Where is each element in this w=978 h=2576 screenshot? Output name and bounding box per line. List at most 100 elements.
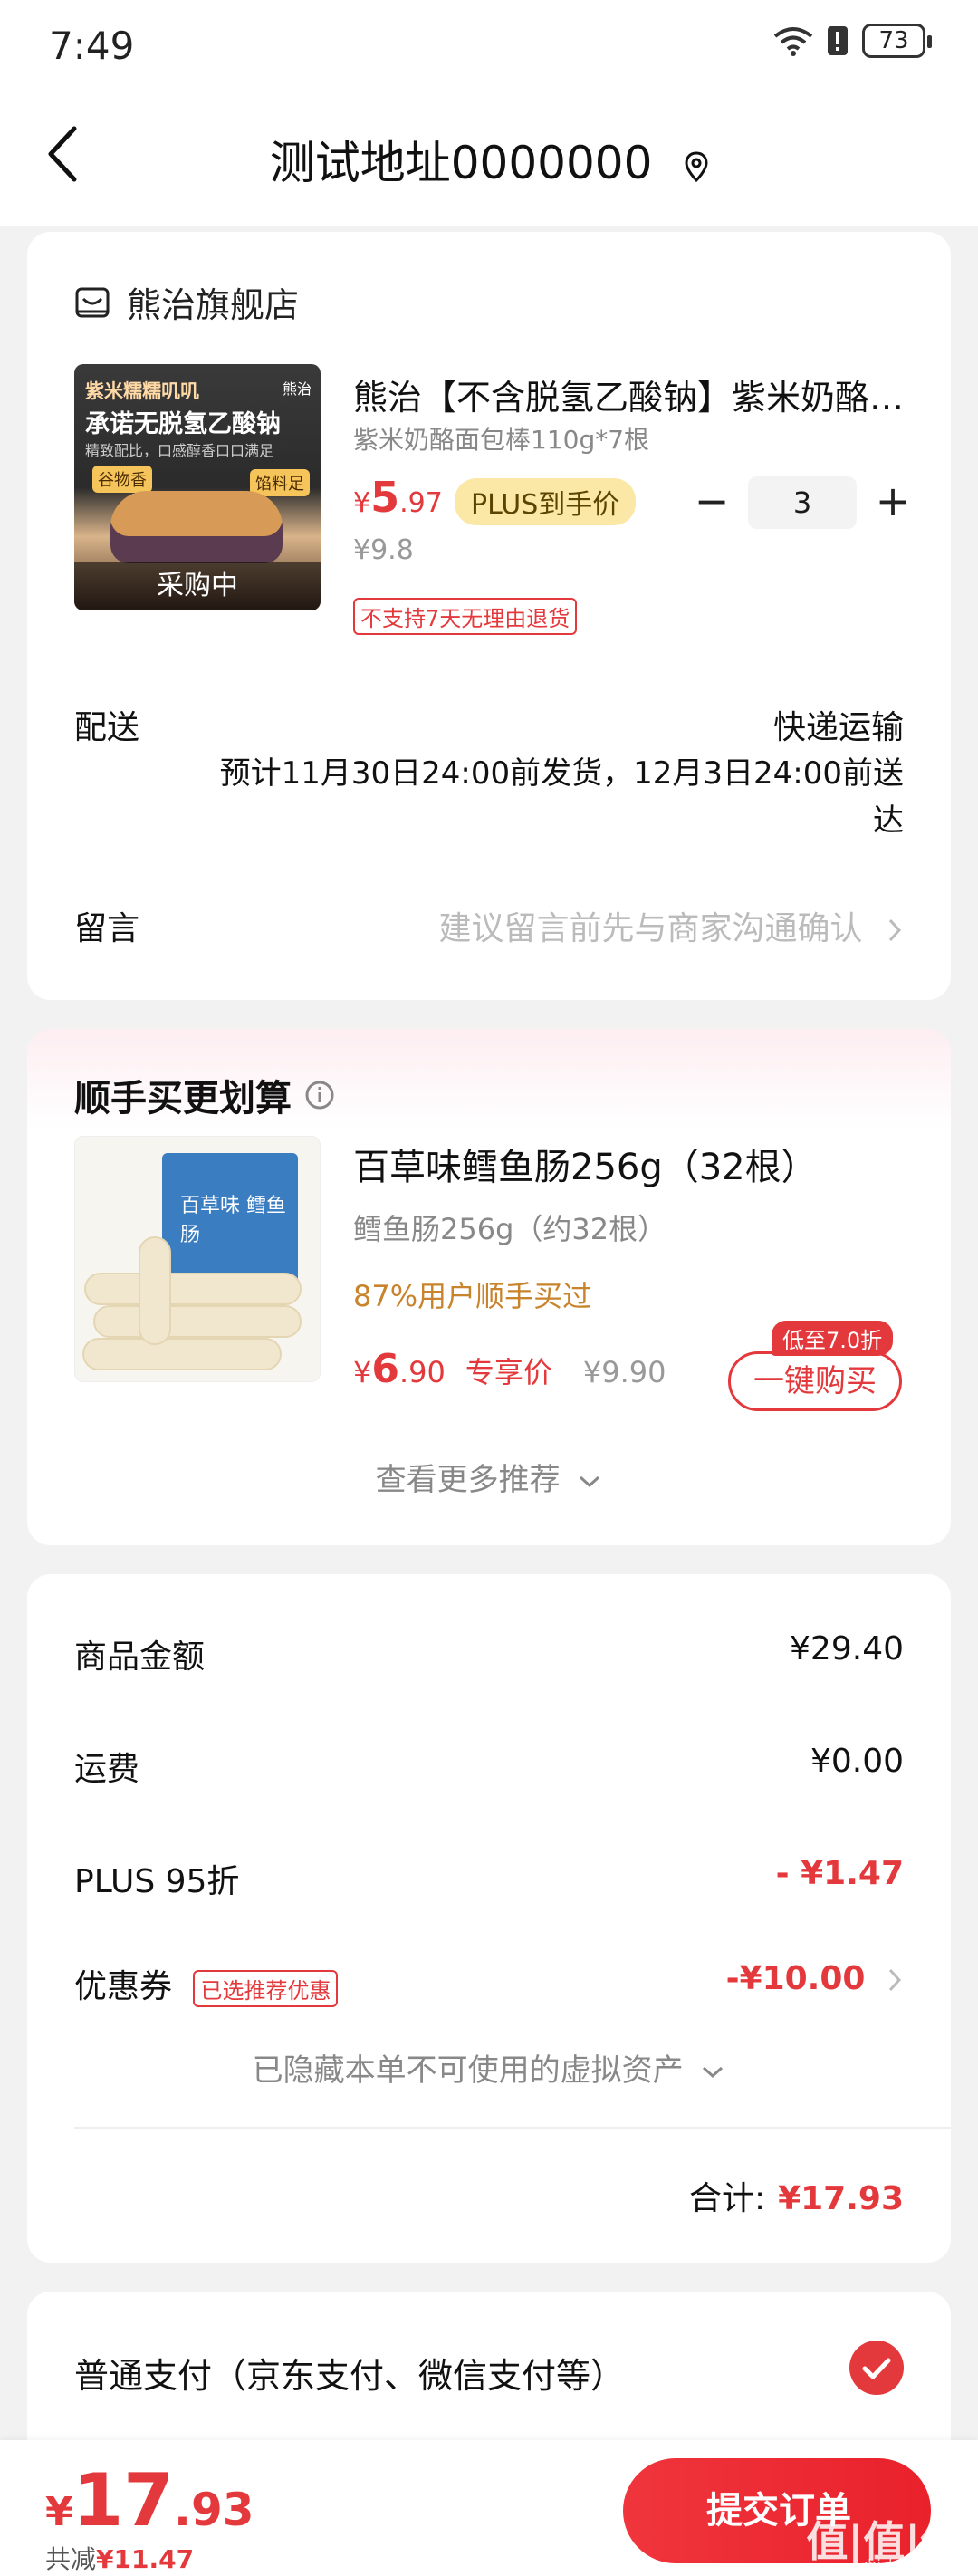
recommend-price: ¥6.90 专享价 ¥9.90 [353,1346,666,1392]
product-spec: 紫米奶酪面包棒110g*7根 [353,425,650,455]
battery-icon: 73 [862,24,932,58]
plus-discount-row: PLUS 95折 - ¥1.47 [74,1855,904,1902]
wifi-icon [773,27,813,56]
status-time: 7:49 [49,24,135,68]
recommend-product-image[interactable]: 百草味 鳕鱼肠 [74,1136,321,1382]
chevron-down-icon [703,2066,724,2078]
chevron-right-icon [888,918,902,942]
address-title[interactable]: 测试地址0000000 [0,127,978,193]
shipping-row: 运费 ¥0.00 [74,1743,904,1790]
hidden-assets-text: 已隐藏本单不可使用的虚拟资产 [252,2052,684,2089]
stick-illustration [93,1305,302,1338]
total-currency: ¥ [45,2489,73,2535]
check-circle-icon[interactable] [849,2341,904,2395]
coupon-row[interactable]: 优惠券 已选推荐优惠 -¥10.00 [74,1960,904,2007]
coupon-label: 优惠券 [74,1968,173,2005]
increase-button[interactable]: + [868,477,918,528]
payment-method-label[interactable]: 普通支付（京东支付、微信支付等） [74,2348,625,2398]
address-text: 测试地址0000000 [269,137,653,189]
saved-label: 共减 [45,2544,97,2574]
recommend-title: 顺手买更划算 [74,1069,335,1121]
delivery-time: 预计11月30日24:00前发货，12月3日24:00前送达 [219,755,904,839]
bottom-total-price: ¥17.93 [45,2458,254,2542]
image-text-line2: 承诺无脱氢乙酸钠 [85,410,281,438]
nav-bar: 测试地址0000000 [0,91,978,226]
bread-illustration [110,491,283,563]
alert-icon [828,26,848,55]
hidden-assets-toggle[interactable]: 已隐藏本单不可使用的虚拟资产 [27,2045,951,2090]
social-proof: 87%用户顺手买过 [353,1279,592,1313]
goods-amount-label: 商品金额 [74,1639,206,1676]
status-bar: 7:49 73 [0,0,978,91]
stick-illustration [139,1236,171,1345]
price-dec: .97 [399,487,443,519]
recommend-product-title[interactable]: 百草味鳕鱼肠256g（32根） [353,1138,818,1190]
delivery-label: 配送 [74,709,140,746]
purchasing-overlay: 采购中 [74,562,321,610]
info-icon[interactable] [304,1080,335,1110]
quantity-input[interactable]: 3 [748,476,857,529]
product-price: ¥5.97 [353,473,443,522]
shipping-value: ¥0.00 [810,1743,904,1780]
return-policy-tag: 不支持7天无理由退货 [353,598,578,635]
shop-icon [75,287,110,317]
stick-illustration [82,1338,282,1370]
total-value: ¥17.93 [778,2180,904,2217]
one-click-buy-button[interactable]: 一键购买 [728,1351,902,1411]
package-illustration: 百草味 鳕鱼肠 [162,1153,298,1289]
shipping-label: 运费 [74,1751,140,1788]
product-image[interactable]: 紫米糯糯叽叽 承诺无脱氢乙酸钠 精致配比，口感醇香口口满足 熊治 谷物香 馅料足… [74,364,321,610]
delivery-method[interactable]: 快递运输 [773,701,904,748]
image-tag-left: 谷物香 [92,466,152,493]
image-brand: 熊治 [282,380,312,398]
coupon-value-text: -¥10.00 [725,1960,866,1997]
image-text-line1: 紫米糯糯叽叽 [85,380,199,402]
plus-discount-value: - ¥1.47 [775,1855,904,1892]
total-int: 17 [72,2458,174,2542]
price-int: 6 [371,1346,399,1392]
decrease-button[interactable]: − [686,477,737,528]
recommend-title-text: 顺手买更划算 [74,1078,292,1120]
total-row: 合计: ¥17.93 [689,2172,904,2219]
coupon-tag: 已选推荐优惠 [193,1969,339,2007]
more-recommend-text: 查看更多推荐 [375,1462,561,1498]
note-label: 留言 [74,910,140,947]
note-placeholder: 建议留言前先与商家沟通确认 [438,910,863,947]
exclusive-price-label: 专享价 [465,1355,552,1389]
more-recommend-link[interactable]: 查看更多推荐 [27,1455,951,1499]
shop-name: 熊治旗舰店 [127,285,300,325]
plus-discount-label: PLUS 95折 [74,1863,240,1900]
price-dec: .90 [398,1355,446,1389]
goods-amount-value: ¥29.40 [790,1630,904,1668]
product-title[interactable]: 熊治【不含脱氢乙酸钠】紫米奶酪面包棒110g*7根 [353,370,906,419]
plus-price-badge: PLUS到手价 [455,478,637,525]
price-currency: ¥ [353,487,371,519]
location-pin-icon [685,140,708,193]
saved-value: ¥11.47 [96,2544,195,2574]
package-text: 百草味 鳕鱼肠 [180,1195,286,1246]
coupon-value: -¥10.00 [726,1960,904,1997]
stick-illustration [84,1273,302,1305]
saved-amount: 共减¥11.47 [45,2540,194,2576]
divider [74,2127,951,2129]
quantity-stepper: − 3 + [686,476,918,529]
price-currency: ¥ [353,1355,372,1389]
image-text-line3: 精致配比，口感醇香口口满足 [85,442,274,459]
order-card: 熊治旗舰店 紫米糯糯叽叽 承诺无脱氢乙酸钠 精致配比，口感醇香口口满足 熊治 谷… [27,232,951,1000]
recommend-original-price: ¥9.90 [582,1355,666,1389]
total-dec: .93 [173,2484,254,2536]
note-input[interactable]: 建议留言前先与商家沟通确认 [439,902,904,949]
status-icons: 73 [773,24,932,58]
watermark-url: zhizhizhi.com [859,2556,958,2573]
chevron-down-icon [580,1475,600,1487]
price-int: 5 [370,473,400,522]
recommend-product-spec: 鳕鱼肠256g（约32根） [353,1212,667,1246]
original-price: ¥9.8 [353,534,414,566]
chevron-right-icon [888,1968,902,1992]
shop-header[interactable]: 熊治旗舰店 [74,277,299,327]
price-summary-card: 商品金额 ¥29.40 运费 ¥0.00 PLUS 95折 - ¥1.47 优惠… [27,1574,951,2263]
discount-bubble: 低至7.0折 [772,1321,894,1356]
recommend-card: 顺手买更划算 百草味 鳕鱼肠 百草味鳕鱼肠256g（32根） 鳕鱼肠256g（约… [27,1029,951,1545]
total-label: 合计: [688,2180,766,2217]
goods-amount-row: 商品金额 ¥29.40 [74,1630,904,1677]
